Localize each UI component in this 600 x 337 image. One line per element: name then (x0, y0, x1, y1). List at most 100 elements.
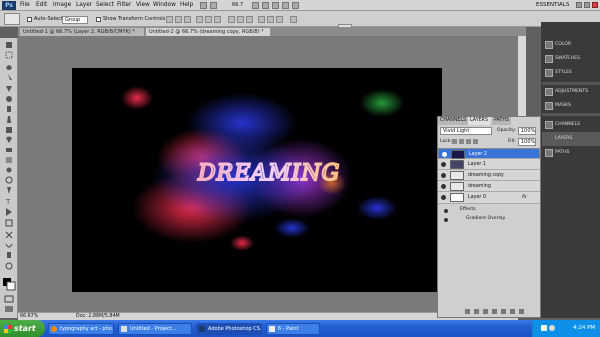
menu-help[interactable]: Help (180, 1, 193, 10)
workspace-switcher[interactable]: ESSENTIALS (536, 1, 569, 10)
delete-layer-icon[interactable] (519, 309, 524, 314)
dock-styles[interactable]: STYLES (542, 66, 600, 80)
gradient-overlay-eye-icon[interactable] (444, 218, 448, 222)
align-hcenter-icon[interactable] (205, 16, 212, 23)
fx-icon[interactable]: fx (522, 192, 527, 203)
adjustment-layer-icon[interactable] (492, 309, 497, 314)
distribute-top-icon[interactable] (228, 16, 235, 23)
layer-name: Layer 1 (468, 162, 486, 167)
dock-adjustments[interactable]: ADJUSTMENTS (542, 85, 600, 99)
visibility-eye-icon[interactable] (441, 195, 446, 200)
visibility-eye-icon[interactable] (441, 173, 446, 178)
menu-filter[interactable]: Filter (117, 1, 131, 10)
rotate-view-icon[interactable] (272, 2, 279, 9)
align-bottom-icon[interactable] (184, 16, 191, 23)
menu-layer[interactable]: Layer (76, 1, 92, 10)
screen-mode-icon[interactable] (292, 2, 299, 9)
lock-position-icon[interactable] (466, 139, 471, 144)
dock-masks[interactable]: MASKS (542, 99, 600, 113)
menu-window[interactable]: Window (153, 1, 176, 10)
hand-tool-icon[interactable] (252, 2, 259, 9)
layer-row-dreaming[interactable]: dreaming (438, 181, 540, 192)
task-project[interactable]: Untitled - Project... (118, 323, 192, 335)
dock-layers[interactable]: LAYERS (542, 132, 600, 146)
3d-rotate-tool-icon (5, 231, 13, 239)
show-transform-checkbox[interactable] (96, 17, 101, 22)
brush-tool-icon (7, 116, 11, 123)
path-select-tool-icon (6, 208, 12, 216)
tab-layers[interactable]: LAYERS (468, 117, 491, 125)
tools-panel: T (0, 38, 18, 318)
visibility-eye-icon[interactable] (441, 162, 446, 167)
arrange-documents-icon[interactable] (282, 2, 289, 9)
task-firefox[interactable]: typography art - pho... (48, 323, 114, 335)
tray-volume-icon[interactable] (549, 325, 555, 331)
tab-channels[interactable]: CHANNELS (438, 117, 469, 125)
dock-color[interactable]: COLOR (542, 38, 600, 52)
align-vcenter-icon[interactable] (175, 16, 182, 23)
distribute-left-icon[interactable] (258, 16, 265, 23)
minimize-icon[interactable] (576, 2, 582, 8)
close-icon[interactable] (592, 2, 598, 8)
new-layer-icon[interactable] (510, 309, 515, 314)
auto-select-dropdown[interactable]: Group (62, 16, 88, 24)
visibility-eye-icon[interactable] (442, 152, 447, 157)
blend-mode-dropdown[interactable]: Vivid Light (440, 127, 492, 135)
menu-file[interactable]: File (20, 1, 30, 10)
new-group-icon[interactable] (501, 309, 506, 314)
distribute-bottom-icon[interactable] (246, 16, 253, 23)
align-top-icon[interactable] (166, 16, 173, 23)
firefox-icon (51, 326, 57, 332)
distribute-hcenter-icon[interactable] (267, 16, 274, 23)
bridge-icon[interactable] (200, 2, 207, 9)
distribute-vcenter-icon[interactable] (237, 16, 244, 23)
document-canvas[interactable]: DREAMING (72, 68, 442, 292)
move-tool-preset-icon[interactable] (4, 13, 20, 25)
layer-row-layer-0[interactable]: Layer 0 fx (438, 192, 540, 204)
layer-row-layer-2[interactable]: Layer 2 (438, 148, 540, 159)
eraser-tool-icon (6, 148, 12, 152)
windows-logo-icon (4, 325, 12, 333)
canvas-text: DREAMING (197, 161, 340, 186)
tab-paths[interactable]: PATHS (492, 117, 512, 125)
zoom-readout[interactable]: 66.7 (232, 1, 243, 10)
auto-select-checkbox[interactable] (27, 17, 32, 22)
effects-eye-icon[interactable] (444, 209, 448, 213)
align-right-icon[interactable] (214, 16, 221, 23)
photoshop-logo-icon: Ps (2, 1, 16, 10)
layer-row-dreaming-copy[interactable]: dreaming copy (438, 170, 540, 181)
dock-swatches[interactable]: SWATCHES (542, 52, 600, 66)
auto-align-icon[interactable] (290, 16, 297, 23)
zoom-tool-icon[interactable] (262, 2, 269, 9)
menu-view[interactable]: View (136, 1, 150, 10)
visibility-eye-icon[interactable] (441, 184, 446, 189)
maximize-icon[interactable] (584, 2, 590, 8)
lock-label: Lock: (440, 139, 453, 144)
tray-network-icon[interactable] (541, 325, 547, 331)
opacity-input[interactable]: 100% (518, 127, 536, 135)
distribute-right-icon[interactable] (276, 16, 283, 23)
tab-untitled-1[interactable]: Untitled-1 @ 66.7% (Layer 2, RGB/8/CMYK)… (20, 28, 144, 36)
type-tool-icon: T (5, 198, 11, 206)
align-left-icon[interactable] (196, 16, 203, 23)
fill-input[interactable]: 100% (518, 138, 536, 146)
effects-label: Effects (460, 207, 476, 212)
menu-image[interactable]: Image (53, 1, 71, 10)
task-photoshop[interactable]: Adobe Photoshop CS... (196, 323, 262, 335)
link-layers-icon[interactable] (465, 309, 470, 314)
add-mask-icon[interactable] (483, 309, 488, 314)
pen-tool-icon (7, 187, 11, 194)
dock-paths[interactable]: PATHS (542, 146, 600, 160)
dock-channels[interactable]: CHANNELS (542, 118, 600, 132)
layer-row-layer-1[interactable]: Layer 1 (438, 159, 540, 170)
add-style-icon[interactable] (474, 309, 479, 314)
effect-gradient-overlay[interactable]: Gradient Overlay (466, 216, 505, 221)
menu-edit[interactable]: Edit (36, 1, 47, 10)
lock-pixels-icon[interactable] (459, 139, 464, 144)
menu-select[interactable]: Select (96, 1, 114, 10)
tab-untitled-2[interactable]: Untitled-2 @ 66.7% (dreaming copy, RGB/8… (146, 28, 270, 36)
clock[interactable]: 4:24 PM (573, 320, 595, 337)
lock-all-icon[interactable] (473, 139, 478, 144)
lock-transparency-icon[interactable] (452, 139, 457, 144)
minibridge-icon[interactable] (210, 2, 217, 9)
